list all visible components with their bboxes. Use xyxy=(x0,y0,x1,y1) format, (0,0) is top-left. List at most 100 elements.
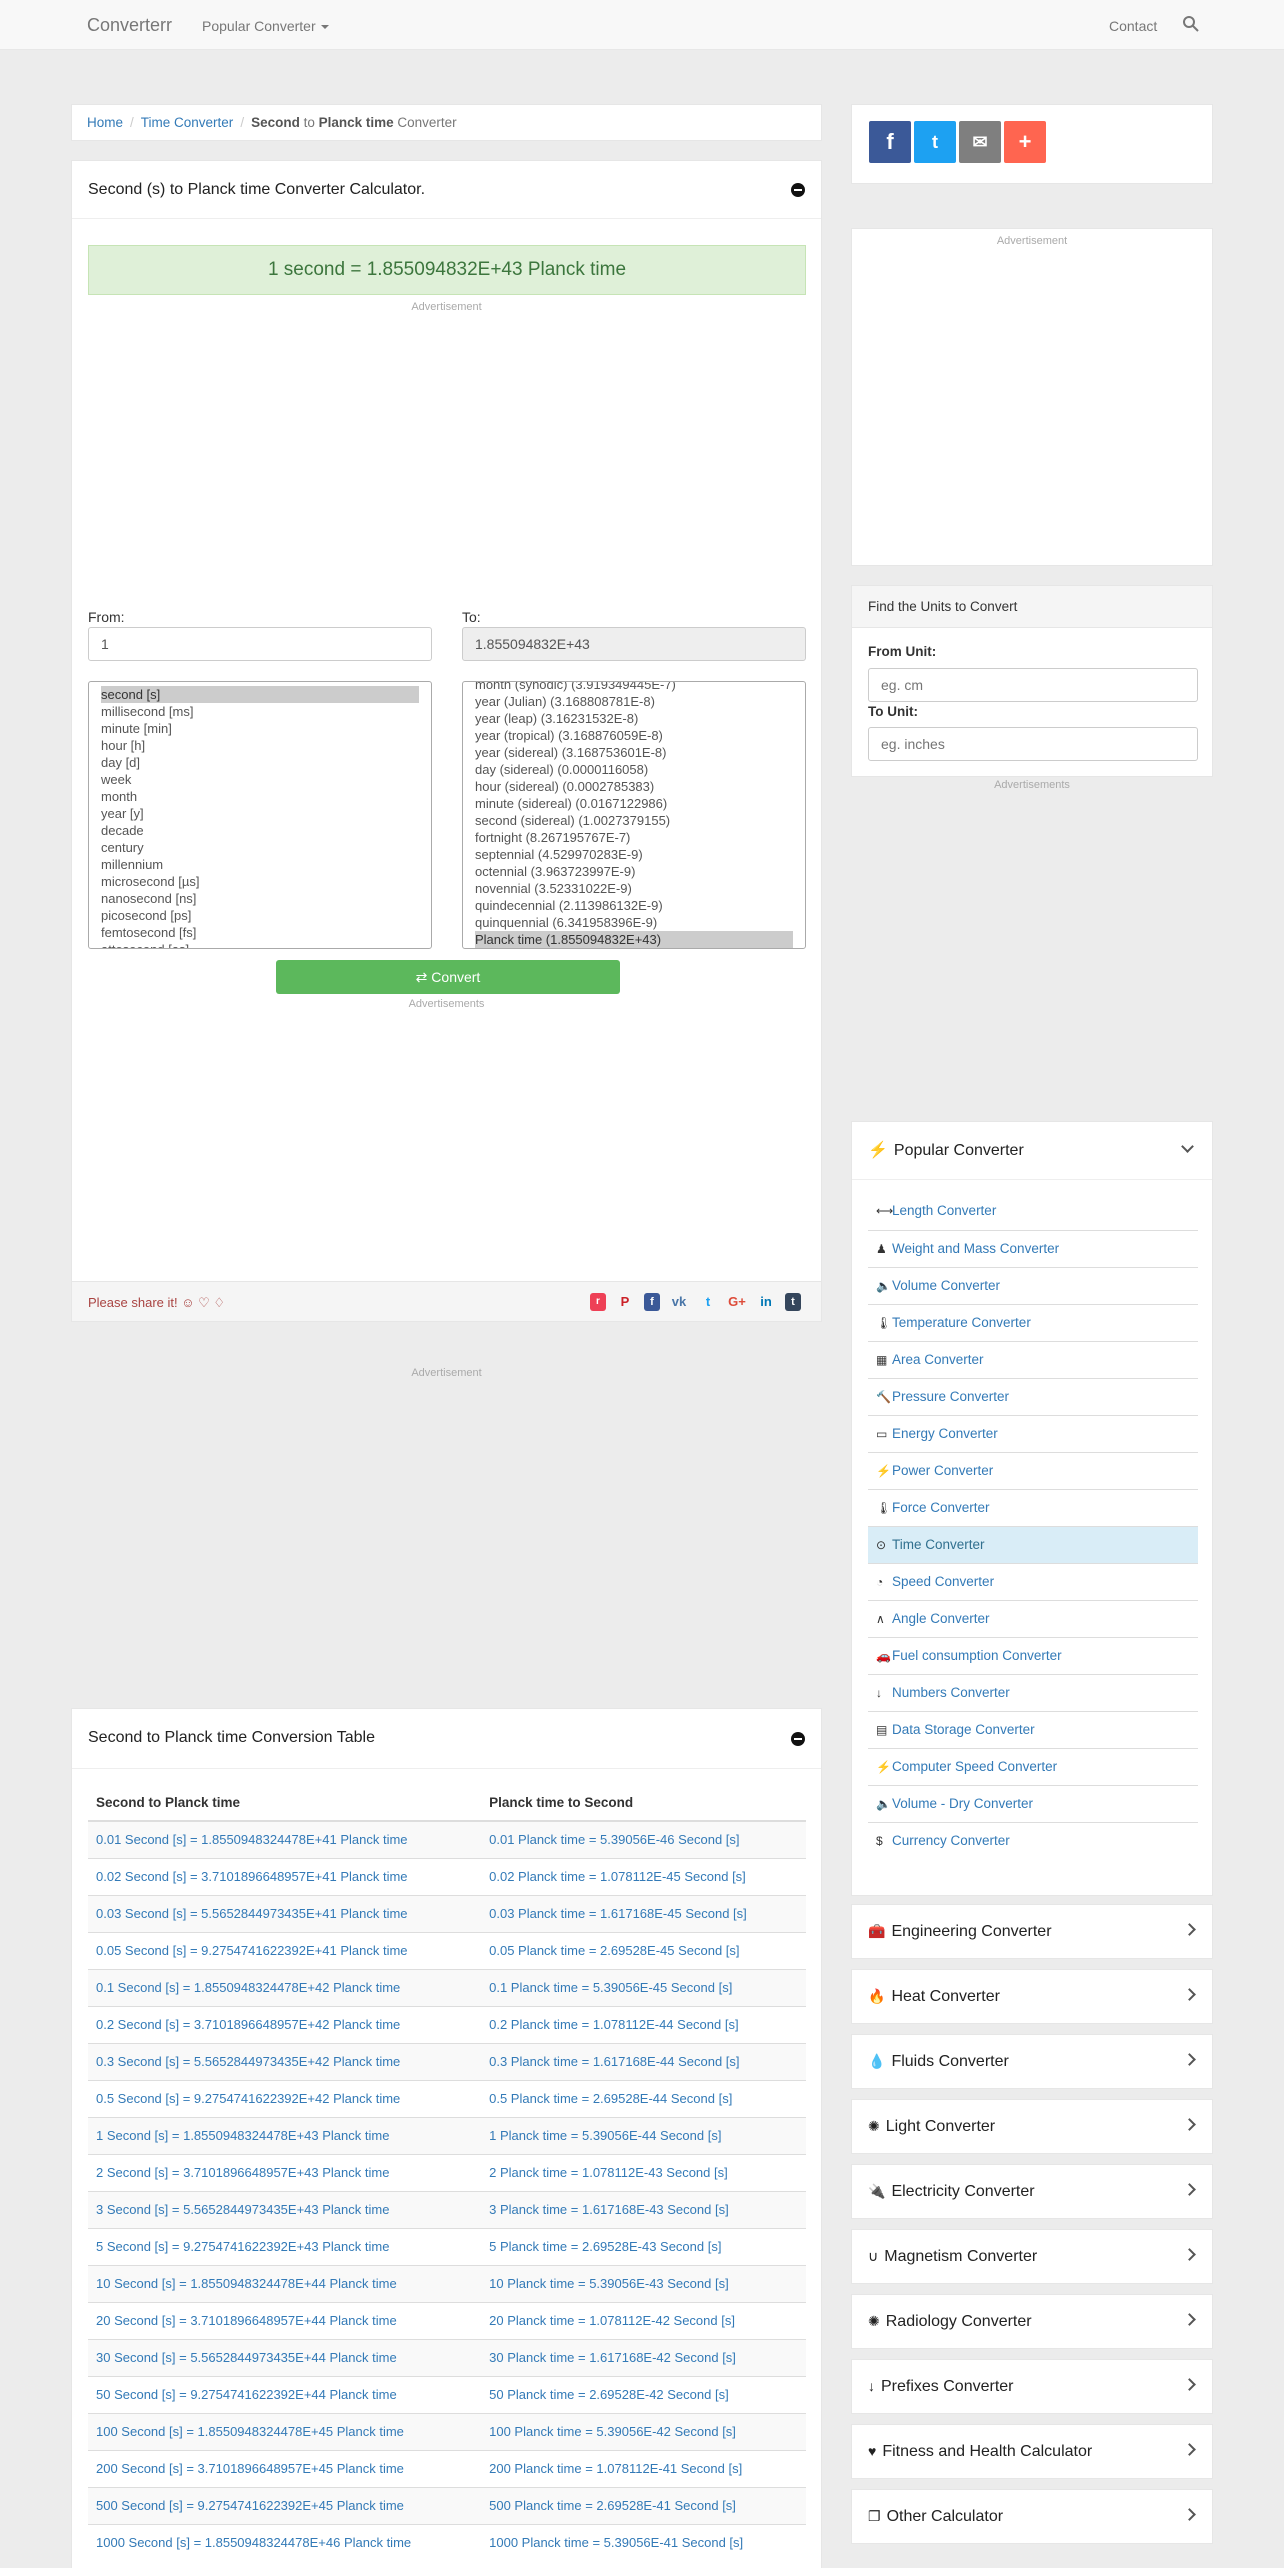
tumblr-icon[interactable]: t xyxy=(785,1293,801,1311)
popular-item-speed[interactable]: ◔ Speed Converter xyxy=(868,1563,1198,1600)
table-cell-link[interactable]: 5 Second [s] = 9.2754741622392E+43 Planc… xyxy=(88,2227,482,2265)
list-item[interactable]: year (Julian) (3.168808781E-8) xyxy=(475,693,793,710)
twitter-icon[interactable]: t xyxy=(698,1293,718,1311)
table-cell-link[interactable]: 0.05 Planck time = 2.69528E-45 Second [s… xyxy=(481,1931,806,1969)
list-item[interactable]: quindecennial (2.113986132E-9) xyxy=(475,897,793,914)
popular-item-currency[interactable]: $ Currency Converter xyxy=(868,1822,1198,1859)
brand-logo[interactable]: Converterr xyxy=(87,15,172,36)
table-cell-link[interactable]: 0.03 Second [s] = 5.5652844973435E+41 Pl… xyxy=(88,1894,482,1932)
list-item[interactable]: day (sidereal) (0.0000116058) xyxy=(475,761,793,778)
table-cell-link[interactable]: 0.3 Second [s] = 5.5652844973435E+42 Pla… xyxy=(88,2042,482,2080)
to-unit-list[interactable]: month (synodic) (3.919349445E-7) year (J… xyxy=(462,681,806,949)
from-unit-search[interactable] xyxy=(868,668,1198,702)
table-cell-link[interactable]: 20 Second [s] = 3.7101896648957E+44 Plan… xyxy=(88,2301,482,2339)
popular-item-computer-speed[interactable]: ⚡Computer Speed Converter xyxy=(868,1748,1198,1785)
list-item[interactable]: minute (sidereal) (0.0167122986) xyxy=(475,795,793,812)
list-item[interactable]: novennial (3.52331022E-9) xyxy=(475,880,793,897)
table-cell-link[interactable]: 200 Second [s] = 3.7101896648957E+45 Pla… xyxy=(88,2449,482,2487)
list-item[interactable]: second [s] xyxy=(101,686,419,703)
table-cell-link[interactable]: 0.1 Planck time = 5.39056E-45 Second [s] xyxy=(481,1968,806,2006)
list-item[interactable]: minute [min] xyxy=(101,720,419,737)
table-cell-link[interactable]: 1000 Planck time = 5.39056E-41 Second [s… xyxy=(481,2523,806,2561)
popular-converter-header[interactable]: ⚡ Popular Converter xyxy=(852,1122,1212,1180)
list-item[interactable]: fortnight (8.267195767E-7) xyxy=(475,829,793,846)
category-electricity[interactable]: 🔌 Electricity Converter xyxy=(851,2164,1213,2219)
list-item[interactable]: year (tropical) (3.168876059E-8) xyxy=(475,727,793,744)
table-cell-link[interactable]: 0.01 Planck time = 5.39056E-46 Second [s… xyxy=(481,1820,806,1858)
list-item[interactable]: month xyxy=(101,788,419,805)
list-item[interactable]: picosecond [ps] xyxy=(101,907,419,924)
twitter-share-button[interactable]: t xyxy=(914,121,956,163)
email-share-button[interactable]: ✉ xyxy=(959,121,1001,163)
table-cell-link[interactable]: 30 Second [s] = 5.5652844973435E+44 Plan… xyxy=(88,2338,482,2376)
table-cell-link[interactable]: 1000 Second [s] = 1.8550948324478E+46 Pl… xyxy=(88,2523,482,2561)
table-cell-link[interactable]: 2 Planck time = 1.078112E-43 Second [s] xyxy=(481,2153,806,2191)
pinterest-icon[interactable]: P xyxy=(615,1293,635,1311)
popular-item-time[interactable]: ⊙ Time Converter xyxy=(868,1526,1198,1563)
table-cell-link[interactable]: 1 Second [s] = 1.8550948324478E+43 Planc… xyxy=(88,2116,482,2154)
popular-item-temperature[interactable]: 🌡Temperature Converter xyxy=(868,1304,1198,1341)
popular-item-power[interactable]: ⚡Power Converter xyxy=(868,1452,1198,1489)
table-cell-link[interactable]: 0.02 Planck time = 1.078112E-45 Second [… xyxy=(481,1857,806,1895)
list-item[interactable]: day [d] xyxy=(101,754,419,771)
popular-item-area[interactable]: ▦ Area Converter xyxy=(868,1341,1198,1378)
table-cell-link[interactable]: 0.02 Second [s] = 3.7101896648957E+41 Pl… xyxy=(88,1857,482,1895)
category-magnetism[interactable]: ∪ Magnetism Converter xyxy=(851,2229,1213,2284)
list-item[interactable]: year (sidereal) (3.168753601E-8) xyxy=(475,744,793,761)
list-item[interactable]: hour [h] xyxy=(101,737,419,754)
category-other[interactable]: ❐ Other Calculator xyxy=(851,2489,1213,2544)
table-cell-link[interactable]: 5 Planck time = 2.69528E-43 Second [s] xyxy=(481,2227,806,2265)
table-cell-link[interactable]: 20 Planck time = 1.078112E-42 Second [s] xyxy=(481,2301,806,2339)
list-item[interactable]: year (leap) (3.16231532E-8) xyxy=(475,710,793,727)
list-item[interactable]: quinquennial (6.341958396E-9) xyxy=(475,914,793,931)
list-item[interactable]: second (sidereal) (1.0027379155) xyxy=(475,812,793,829)
table-cell-link[interactable]: 500 Planck time = 2.69528E-41 Second [s] xyxy=(481,2486,806,2524)
table-cell-link[interactable]: 0.3 Planck time = 1.617168E-44 Second [s… xyxy=(481,2042,806,2080)
category-engineering[interactable]: 🧰 Engineering Converter xyxy=(851,1904,1213,1959)
table-cell-link[interactable]: 0.5 Planck time = 2.69528E-44 Second [s] xyxy=(481,2079,806,2117)
search-icon[interactable] xyxy=(1182,15,1200,33)
table-cell-link[interactable]: 200 Planck time = 1.078112E-41 Second [s… xyxy=(481,2449,806,2487)
category-prefixes[interactable]: ↓ Prefixes Converter xyxy=(851,2359,1213,2414)
list-item[interactable]: hour (sidereal) (0.0002785383) xyxy=(475,778,793,795)
popular-item-weight[interactable]: ♟ Weight and Mass Converter xyxy=(868,1230,1198,1267)
category-radiology[interactable]: ✺ Radiology Converter xyxy=(851,2294,1213,2349)
popular-item-energy[interactable]: ▭ Energy Converter xyxy=(868,1415,1198,1452)
to-value-output[interactable] xyxy=(462,627,806,661)
table-cell-link[interactable]: 0.1 Second [s] = 1.8550948324478E+42 Pla… xyxy=(88,1968,482,2006)
table-cell-link[interactable]: 10 Planck time = 5.39056E-43 Second [s] xyxy=(481,2264,806,2302)
popular-item-data-storage[interactable]: ▤ Data Storage Converter xyxy=(868,1711,1198,1748)
breadcrumb-time-converter[interactable]: Time Converter xyxy=(141,115,234,130)
collapse-icon[interactable] xyxy=(791,1732,805,1746)
contact-link[interactable]: Contact xyxy=(1109,18,1157,34)
from-unit-list[interactable]: second [s] millisecond [ms] minute [min]… xyxy=(88,681,432,949)
popular-item-volume[interactable]: 🔈Volume Converter xyxy=(868,1267,1198,1304)
collapse-icon[interactable] xyxy=(791,183,805,197)
table-cell-link[interactable]: 3 Planck time = 1.617168E-43 Second [s] xyxy=(481,2190,806,2228)
list-item[interactable]: microsecond [µs] xyxy=(101,873,419,890)
table-cell-link[interactable]: 0.01 Second [s] = 1.8550948324478E+41 Pl… xyxy=(88,1820,482,1858)
list-item[interactable]: attosecond [as] xyxy=(101,941,419,948)
popular-item-force[interactable]: 🌡Force Converter xyxy=(868,1489,1198,1526)
table-cell-link[interactable]: 100 Second [s] = 1.8550948324478E+45 Pla… xyxy=(88,2412,482,2450)
convert-button[interactable]: ⇄ Convert xyxy=(276,960,620,994)
list-item[interactable]: septennial (4.529970283E-9) xyxy=(475,846,793,863)
list-item[interactable]: year [y] xyxy=(101,805,419,822)
popular-converter-dropdown[interactable]: Popular Converter xyxy=(202,18,329,34)
table-cell-link[interactable]: 30 Planck time = 1.617168E-42 Second [s] xyxy=(481,2338,806,2376)
list-item[interactable]: femtosecond [fs] xyxy=(101,924,419,941)
popular-item-pressure[interactable]: 🔨Pressure Converter xyxy=(868,1378,1198,1415)
list-item[interactable]: month (synodic) (3.919349445E-7) xyxy=(475,682,793,693)
google-plus-icon[interactable]: G+ xyxy=(727,1293,747,1311)
vk-icon[interactable]: vk xyxy=(669,1293,689,1311)
category-fluids[interactable]: 💧 Fluids Converter xyxy=(851,2034,1213,2089)
facebook-icon[interactable]: f xyxy=(644,1293,660,1311)
to-unit-search[interactable] xyxy=(868,727,1198,761)
list-item[interactable]: octennial (3.963723997E-9) xyxy=(475,863,793,880)
list-item[interactable]: decade xyxy=(101,822,419,839)
table-cell-link[interactable]: 0.05 Second [s] = 9.2754741622392E+41 Pl… xyxy=(88,1931,482,1969)
breadcrumb-home[interactable]: Home xyxy=(87,115,123,130)
list-item[interactable]: nanosecond [ns] xyxy=(101,890,419,907)
list-item[interactable]: millennium xyxy=(101,856,419,873)
table-cell-link[interactable]: 50 Planck time = 2.69528E-42 Second [s] xyxy=(481,2375,806,2413)
